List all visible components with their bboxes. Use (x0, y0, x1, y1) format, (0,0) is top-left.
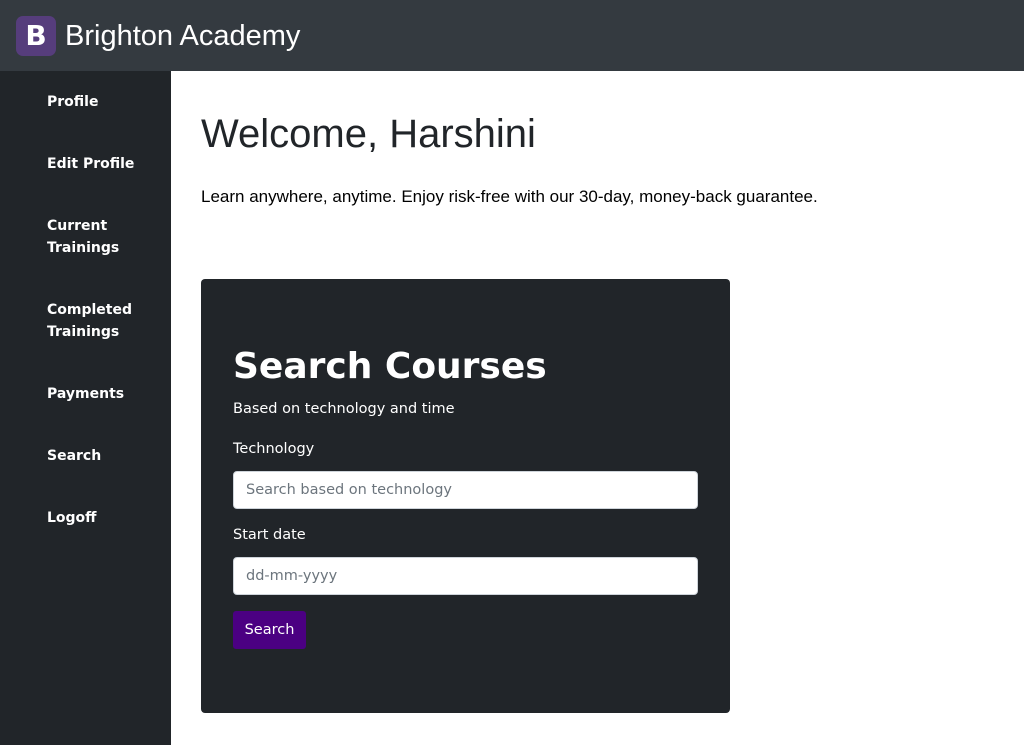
page-title: Welcome, Harshini (201, 112, 536, 156)
sidebar-item-profile[interactable]: Profile (47, 91, 157, 113)
sidebar-item-logoff[interactable]: Logoff (47, 507, 157, 529)
bootstrap-logo-icon[interactable]: B (16, 15, 56, 56)
technology-label: Technology (233, 441, 315, 457)
technology-input[interactable] (233, 471, 698, 509)
top-navbar: B Brighton Academy (0, 0, 1024, 71)
sidebar-item-completed-trainings[interactable]: Completed Trainings (47, 299, 157, 343)
sidebar-item-edit-profile[interactable]: Edit Profile (47, 153, 157, 175)
main-content: Welcome, Harshini Learn anywhere, anytim… (171, 71, 1024, 745)
sidebar: Profile Edit Profile Current Trainings C… (0, 71, 171, 745)
start-date-label: Start date (233, 527, 306, 543)
sidebar-item-current-trainings[interactable]: Current Trainings (47, 215, 157, 259)
tagline: Learn anywhere, anytime. Enjoy risk-free… (201, 187, 818, 206)
search-button[interactable]: Search (233, 611, 306, 649)
sidebar-item-payments[interactable]: Payments (47, 383, 157, 405)
search-card-title: Search Courses (233, 346, 547, 387)
search-card-subtitle: Based on technology and time (233, 401, 455, 417)
sidebar-item-search[interactable]: Search (47, 445, 157, 467)
start-date-input[interactable] (233, 557, 698, 595)
search-courses-card: Search Courses Based on technology and t… (201, 279, 730, 713)
brand-name[interactable]: Brighton Academy (65, 16, 300, 56)
